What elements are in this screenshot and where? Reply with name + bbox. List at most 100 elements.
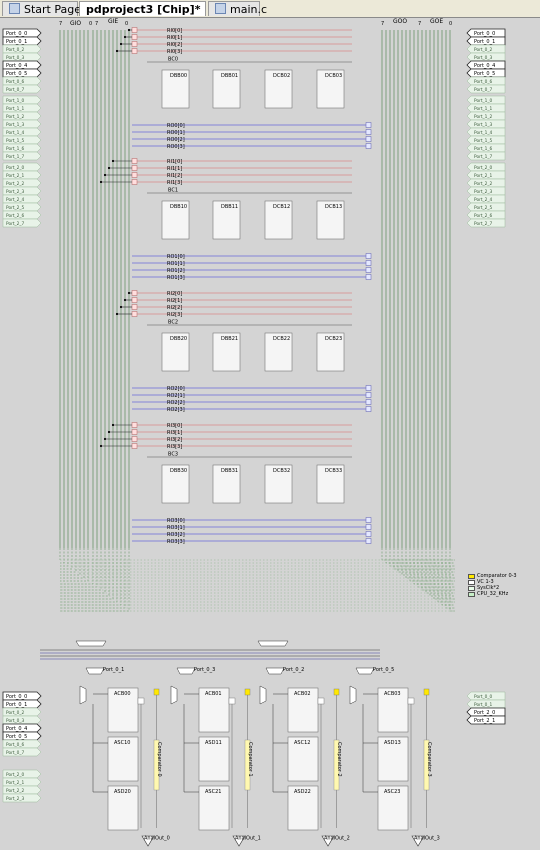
left-port-pin[interactable]: Port_2_6	[2, 210, 42, 220]
analog-input-mux-top[interactable]	[257, 640, 289, 647]
analog-right-port-pin[interactable]: Port_2_0	[466, 707, 506, 717]
right-port-pin[interactable]: Port_1_0	[466, 95, 506, 105]
analog-left-port-pin[interactable]: Port_2_3	[2, 793, 42, 803]
analog-left-port-pin[interactable]: Port_0_6	[2, 739, 42, 749]
right-port-pin[interactable]: Port_0_6	[466, 76, 506, 86]
row-output-mux[interactable]	[365, 267, 372, 273]
row-output-mux[interactable]	[365, 531, 372, 537]
analog-block[interactable]: ACB01	[198, 687, 230, 733]
analog-left-port-pin[interactable]: Port_2_1	[2, 777, 42, 787]
analog-block[interactable]: ACB00	[107, 687, 139, 733]
analog-left-port-pin[interactable]: Port_2_0	[2, 769, 42, 779]
right-port-pin[interactable]: Port_0_1	[466, 36, 506, 46]
column-input-mux[interactable]	[265, 667, 285, 675]
row-input-mux[interactable]	[131, 290, 138, 296]
row-output-mux[interactable]	[365, 136, 372, 142]
digital-block[interactable]: DBB00	[161, 69, 190, 109]
left-port-pin[interactable]: Port_2_7	[2, 218, 42, 228]
right-port-pin[interactable]: Port_2_3	[466, 186, 506, 196]
left-port-pin[interactable]: Port_0_2	[2, 44, 42, 54]
left-port-pin[interactable]: Port_0_1	[2, 36, 42, 46]
right-port-pin[interactable]: Port_2_0	[466, 162, 506, 172]
analog-block[interactable]: ASD20	[107, 785, 139, 831]
analog-block[interactable]: ACB03	[377, 687, 409, 733]
right-port-pin[interactable]: Port_2_2	[466, 178, 506, 188]
digital-block[interactable]: DCB23	[316, 332, 345, 372]
column-mux[interactable]	[79, 685, 87, 705]
right-port-pin[interactable]: Port_2_7	[466, 218, 506, 228]
digital-block[interactable]: DCB02	[264, 69, 293, 109]
right-port-pin[interactable]: Port_2_6	[466, 210, 506, 220]
row-output-mux[interactable]	[365, 406, 372, 412]
row-output-mux[interactable]	[365, 122, 372, 128]
digital-block[interactable]: DBB11	[212, 200, 241, 240]
chip-editor-canvas[interactable]: 7 GIO 0 7 GIE 0 7 GOO 7 GOE 0 Port_0_0Port_0_1Port…	[0, 18, 540, 850]
right-port-pin[interactable]: Port_0_2	[466, 44, 506, 54]
right-port-pin[interactable]: Port_0_5	[466, 68, 506, 78]
analog-left-port-pin[interactable]: Port_0_2	[2, 707, 42, 717]
right-port-pin[interactable]: Port_1_7	[466, 151, 506, 161]
left-port-pin[interactable]: Port_1_2	[2, 111, 42, 121]
right-port-pin[interactable]: Port_1_6	[466, 143, 506, 153]
analog-left-port-pin[interactable]: Port_0_3	[2, 715, 42, 725]
analog-block[interactable]: ASD11	[198, 736, 230, 782]
left-port-pin[interactable]: Port_1_4	[2, 127, 42, 137]
left-port-pin[interactable]: Port_1_6	[2, 143, 42, 153]
analog-left-port-pin[interactable]: Port_2_2	[2, 785, 42, 795]
row-input-mux[interactable]	[131, 179, 138, 185]
digital-block[interactable]: DCB13	[316, 200, 345, 240]
tab-pdproject3-chip[interactable]: pdproject3 [Chip]*	[79, 1, 206, 16]
analog-block[interactable]: ASD13	[377, 736, 409, 782]
digital-block[interactable]: DBB31	[212, 464, 241, 504]
digital-block[interactable]: DCB12	[264, 200, 293, 240]
digital-block[interactable]: DBB01	[212, 69, 241, 109]
column-input-mux[interactable]	[176, 667, 196, 675]
row-input-mux[interactable]	[131, 422, 138, 428]
right-port-pin[interactable]: Port_0_4	[466, 60, 506, 70]
left-port-pin[interactable]: Port_2_3	[2, 186, 42, 196]
right-port-pin[interactable]: Port_2_4	[466, 194, 506, 204]
row-input-mux[interactable]	[131, 311, 138, 317]
row-output-mux[interactable]	[365, 129, 372, 135]
row-output-mux[interactable]	[365, 399, 372, 405]
digital-block[interactable]: DBB20	[161, 332, 190, 372]
row-output-mux[interactable]	[365, 260, 372, 266]
row-input-mux[interactable]	[131, 34, 138, 40]
left-port-pin[interactable]: Port_2_0	[2, 162, 42, 172]
row-output-mux[interactable]	[365, 253, 372, 259]
analog-block[interactable]: ACB02	[287, 687, 319, 733]
left-port-pin[interactable]: Port_0_4	[2, 60, 42, 70]
row-output-mux[interactable]	[365, 524, 372, 530]
row-output-mux[interactable]	[365, 274, 372, 280]
row-input-mux[interactable]	[131, 158, 138, 164]
analog-block[interactable]: ASC10	[107, 736, 139, 782]
analog-left-port-pin[interactable]: Port_0_0	[2, 691, 42, 701]
row-output-mux[interactable]	[365, 143, 372, 149]
left-port-pin[interactable]: Port_2_1	[2, 170, 42, 180]
left-port-pin[interactable]: Port_1_1	[2, 103, 42, 113]
left-port-pin[interactable]: Port_0_3	[2, 52, 42, 62]
left-port-pin[interactable]: Port_0_0	[2, 28, 42, 38]
left-port-pin[interactable]: Port_1_3	[2, 119, 42, 129]
row-input-mux[interactable]	[131, 27, 138, 33]
row-output-mux[interactable]	[365, 385, 372, 391]
analog-right-port-pin[interactable]: Port_0_0	[466, 691, 506, 701]
analog-block[interactable]: ASC21	[198, 785, 230, 831]
right-port-pin[interactable]: Port_1_3	[466, 119, 506, 129]
left-port-pin[interactable]: Port_1_0	[2, 95, 42, 105]
left-port-pin[interactable]: Port_1_7	[2, 151, 42, 161]
column-mux[interactable]	[259, 685, 267, 705]
digital-block[interactable]: DCB03	[316, 69, 345, 109]
analog-block[interactable]: ASC12	[287, 736, 319, 782]
row-input-mux[interactable]	[131, 172, 138, 178]
analog-block[interactable]: ASC23	[377, 785, 409, 831]
left-port-pin[interactable]: Port_1_5	[2, 135, 42, 145]
right-port-pin[interactable]: Port_2_5	[466, 202, 506, 212]
row-input-mux[interactable]	[131, 48, 138, 54]
left-port-pin[interactable]: Port_0_5	[2, 68, 42, 78]
comparator-latch[interactable]	[317, 697, 325, 705]
analog-block[interactable]: ASD22	[287, 785, 319, 831]
analog-right-port-pin[interactable]: Port_0_1	[466, 699, 506, 709]
column-mux[interactable]	[349, 685, 357, 705]
right-port-pin[interactable]: Port_0_0	[466, 28, 506, 38]
